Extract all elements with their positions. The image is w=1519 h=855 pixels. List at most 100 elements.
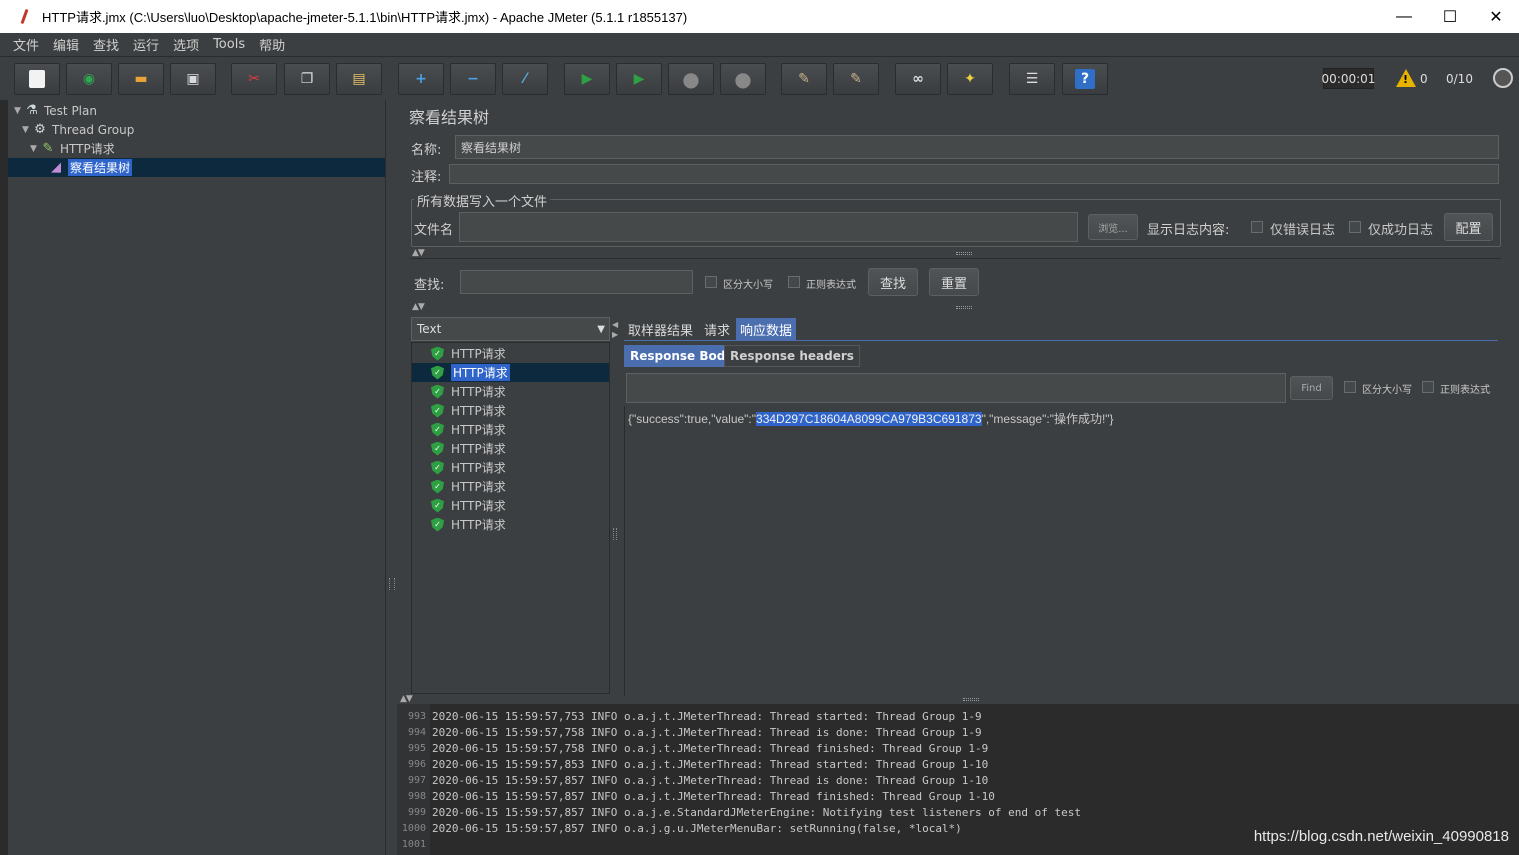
result-item[interactable]: ✓ HTTP请求 (412, 420, 609, 439)
response-case-label: 区分大小写 (1362, 385, 1412, 396)
maximize-button[interactable]: ☐ (1427, 0, 1473, 33)
expand-arrow-icon[interactable]: ▼ (14, 106, 24, 116)
log-line: 997 2020-06-15 15:59:57,857 INFO o.a.j.t.… (397, 772, 988, 788)
result-item-label: HTTP请求 (451, 518, 506, 532)
errors-only-checkbox[interactable] (1251, 221, 1263, 233)
start-no-pause-button[interactable]: ▶ (616, 63, 662, 95)
shutdown-button[interactable]: ● (720, 63, 766, 95)
subtab-response-headers[interactable]: Response headers (724, 345, 860, 367)
vertical-splitter[interactable] (386, 100, 396, 855)
response-regex-checkbox[interactable] (1422, 381, 1434, 393)
splitter-grip[interactable] (956, 252, 972, 255)
copy-button[interactable]: ❐ (284, 63, 330, 95)
cut-button[interactable]: ✂ (231, 63, 277, 95)
close-button[interactable]: ✕ (1473, 0, 1519, 33)
clear-all-icon: ✎ (850, 71, 862, 87)
splitter-grip[interactable] (956, 306, 972, 309)
toolbar: ◉ ▬ ▣ ✂ ❐ ▤ + − ⁄ ▶ ▶ ● ● ✎ ✎ ∞ ✦ ☰? (0, 58, 1519, 100)
clear-all-button[interactable]: ✎ (833, 63, 879, 95)
function-helper-button[interactable]: ☰ (1009, 63, 1055, 95)
result-item[interactable]: ✓ HTTP请求 (412, 382, 609, 401)
response-body-area[interactable] (624, 406, 1496, 696)
clear-button[interactable]: ✎ (781, 63, 827, 95)
result-item[interactable]: ✓ HTTP请求 (412, 515, 609, 534)
case-sensitive-checkbox[interactable] (705, 276, 717, 288)
renderer-select[interactable]: Text ▼ (411, 317, 610, 341)
search-button[interactable]: ∞ (895, 63, 941, 95)
panel-title: 察看结果树 (409, 108, 490, 127)
templates-button[interactable]: ◉ (66, 63, 112, 95)
result-item[interactable]: ✓ HTTP请求 (412, 477, 609, 496)
result-item[interactable]: ✓ HTTP请求 (412, 458, 609, 477)
subtab-response-body[interactable]: Response Body (624, 345, 740, 367)
configure-button[interactable]: 配置 (1444, 213, 1493, 241)
chart-icon: ◢ (51, 160, 61, 175)
toggle-button[interactable]: ⁄ (502, 63, 548, 95)
collapse-button[interactable]: − (450, 63, 496, 95)
paste-button[interactable]: ▤ (336, 63, 382, 95)
success-only-checkbox[interactable] (1349, 221, 1361, 233)
result-item-label: HTTP请求 (451, 499, 506, 513)
response-regex-label: 正则表达式 (1440, 385, 1490, 396)
result-item[interactable]: ✓ HTTP请求 (412, 363, 609, 382)
title-bar: HTTP请求.jmx (C:\Users\luo\Desktop\apache-… (0, 0, 1519, 33)
log-splitter[interactable]: ▲▼ (397, 694, 1519, 704)
result-item[interactable]: ✓ HTTP请求 (412, 496, 609, 515)
filename-input[interactable] (459, 212, 1078, 242)
regex-checkbox[interactable] (788, 276, 800, 288)
tab-sampler-result[interactable]: 取样器结果 (624, 318, 697, 340)
search-input[interactable] (460, 270, 693, 294)
tree-node[interactable]: ◢ 察看结果树 (8, 158, 385, 177)
result-item[interactable]: ✓ HTTP请求 (412, 439, 609, 458)
log-line: 995 2020-06-15 15:59:57,758 INFO o.a.j.t.… (397, 740, 988, 756)
comment-input[interactable] (449, 164, 1499, 184)
menu-item-2[interactable]: 查找 (86, 35, 126, 54)
start-button[interactable]: ▶ (564, 63, 610, 95)
open-button[interactable]: ▬ (118, 63, 164, 95)
collapse-arrows-icon[interactable]: ▲▼ (400, 694, 413, 704)
tab-response-data[interactable]: 响应数据 (736, 318, 797, 340)
result-item-label: HTTP请求 (451, 461, 506, 475)
collapse-arrows-icon[interactable]: ▲▼ (412, 248, 425, 258)
name-input[interactable]: 察看结果树 (455, 135, 1499, 159)
find-button[interactable]: 查找 (868, 268, 918, 296)
tree-node[interactable]: ▼ ⚗ Test Plan (14, 101, 97, 120)
cut-icon: ✂ (248, 71, 260, 87)
response-find-button[interactable]: Find (1290, 376, 1333, 400)
warning-icon[interactable]: ! (1396, 69, 1416, 87)
splitter-grip[interactable] (963, 698, 979, 701)
tree-node[interactable]: ▼ ⚙ Thread Group (22, 120, 134, 139)
help-icon: ? (1075, 69, 1095, 89)
help-button[interactable]: ? (1062, 63, 1108, 95)
stop-button[interactable]: ● (668, 63, 714, 95)
menu-item-6[interactable]: 帮助 (252, 35, 292, 54)
response-body-text[interactable]: {"success":true,"value":"334D297C18604A8… (628, 410, 1114, 427)
results-splitter[interactable]: ◀ ▶ (611, 318, 620, 694)
reset-search-button[interactable]: ✦ (947, 63, 993, 95)
log-line: 996 2020-06-15 15:59:57,853 INFO o.a.j.t.… (397, 756, 988, 772)
menu-item-3[interactable]: 运行 (126, 35, 166, 54)
pipette-icon: ✎ (42, 141, 54, 156)
result-item-label: HTTP请求 (451, 423, 506, 437)
response-case-checkbox[interactable] (1344, 381, 1356, 393)
new-button[interactable] (14, 63, 60, 95)
collapse-arrows-icon[interactable]: ▲▼ (412, 302, 425, 312)
menu-item-0[interactable]: 文件 (6, 35, 46, 54)
result-item[interactable]: ✓ HTTP请求 (412, 401, 609, 420)
menu-item-1[interactable]: 编辑 (46, 35, 86, 54)
result-item[interactable]: ✓ HTTP请求 (412, 344, 609, 363)
tree-node[interactable]: ▼ ✎ HTTP请求 (30, 139, 115, 158)
minimize-button[interactable]: — (1381, 0, 1427, 33)
response-search-input[interactable] (626, 373, 1286, 403)
browse-button[interactable]: 浏览... (1088, 214, 1138, 240)
save-button[interactable]: ▣ (170, 63, 216, 95)
menu-item-5[interactable]: Tools (206, 37, 252, 52)
expand-arrow-icon[interactable]: ▼ (22, 125, 32, 135)
expand-arrow-icon[interactable]: ▼ (30, 144, 40, 154)
expand-button[interactable]: + (398, 63, 444, 95)
tab-request[interactable]: 请求 (700, 318, 734, 340)
remote-globe-icon[interactable] (1493, 68, 1513, 88)
menu-item-4[interactable]: 选项 (166, 35, 206, 54)
reset-button[interactable]: 重置 (929, 268, 979, 296)
function-helper-icon: ☰ (1025, 71, 1039, 87)
